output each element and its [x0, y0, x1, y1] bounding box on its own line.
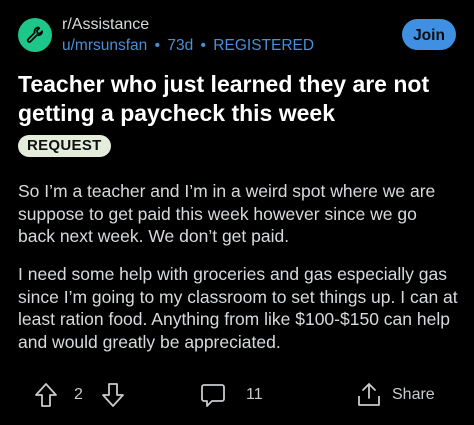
- post-meta: u/mrsunsfan • 73d • REGISTERED: [62, 36, 314, 56]
- vote-count: 2: [74, 386, 83, 403]
- comment-icon: [201, 384, 225, 407]
- post-age: 73d: [167, 37, 194, 54]
- comment-button[interactable]: [199, 380, 227, 410]
- post-title[interactable]: Teacher who just learned they are not ge…: [18, 70, 458, 128]
- subreddit-name[interactable]: r/Assistance: [62, 15, 149, 35]
- meta-separator: •: [200, 37, 206, 54]
- share-label: Share: [392, 386, 435, 403]
- meta-separator: •: [154, 37, 161, 54]
- comment-count[interactable]: 11: [246, 380, 263, 410]
- post-header: r/Assistance u/mrsunsfan • 73d • REGISTE…: [18, 14, 458, 58]
- post-body-paragraph-1: So I’m a teacher and I’m in a weird spot…: [18, 181, 436, 246]
- author-link[interactable]: u/mrsunsfan: [62, 37, 147, 54]
- share-icon: [358, 383, 380, 406]
- post-flair[interactable]: REQUEST: [18, 135, 111, 157]
- upvote-icon: [35, 383, 57, 407]
- share-button[interactable]: Share: [355, 380, 435, 410]
- subreddit-avatar[interactable]: [18, 18, 52, 52]
- post-body-paragraph-2: I need some help with groceries and gas …: [18, 264, 458, 352]
- post-action-bar: 2 11 Share: [0, 380, 474, 410]
- author-status: REGISTERED: [213, 37, 315, 54]
- downvote-icon: [102, 383, 124, 407]
- join-button[interactable]: Join: [402, 19, 456, 50]
- downvote-button[interactable]: [101, 380, 125, 410]
- upvote-button[interactable]: [34, 380, 58, 410]
- wrench-icon: [26, 26, 44, 43]
